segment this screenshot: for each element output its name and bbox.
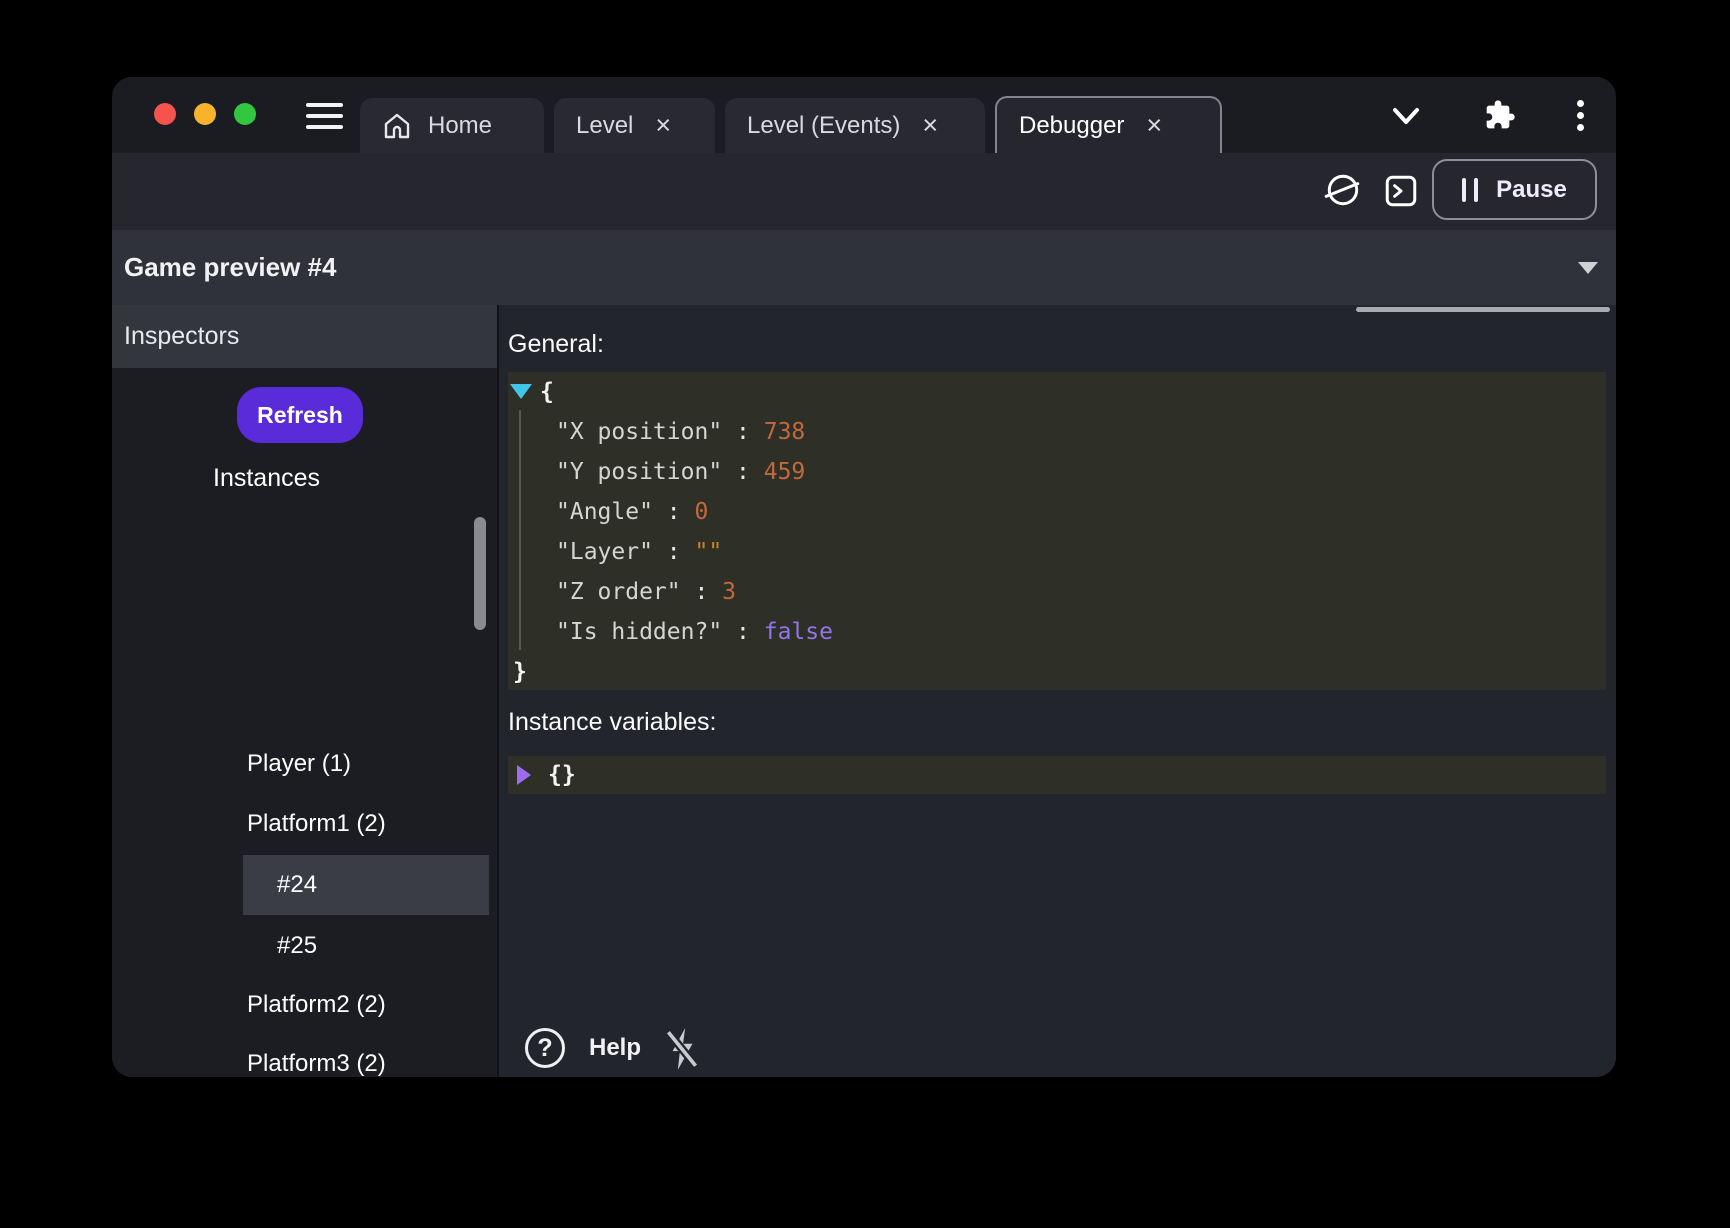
- close-tab-icon[interactable]: ×: [1146, 112, 1162, 139]
- instance-item[interactable]: Platform2 (2): [243, 975, 489, 1035]
- open-brace: {: [540, 379, 554, 405]
- auto-refresh-off-icon[interactable]: [662, 1026, 702, 1075]
- sidebar-scrollbar[interactable]: [474, 517, 486, 630]
- more-options-kebab-icon[interactable]: [1572, 99, 1588, 133]
- instances-group-label[interactable]: Instances: [213, 461, 320, 495]
- instance-variables-label: Instance variables:: [508, 705, 716, 739]
- json-key: "Angle": [556, 499, 653, 525]
- instance-item[interactable]: Platform1 (2): [243, 794, 489, 854]
- json-separator: :: [681, 579, 723, 605]
- json-value: false: [764, 619, 833, 645]
- json-value: "": [694, 539, 722, 565]
- json-separator: :: [722, 419, 764, 445]
- inspectors-sidebar: Inspectors Refresh Instances Player (1)P…: [112, 305, 497, 1077]
- collapse-triangle-icon[interactable]: [510, 384, 532, 399]
- general-json-tree: { "X position" : 738"Y position" : 459"A…: [508, 372, 1606, 690]
- zoom-window-button[interactable]: [234, 103, 256, 125]
- console-icon[interactable]: [1383, 173, 1419, 212]
- variables-value: {}: [548, 756, 576, 794]
- home-icon: [382, 111, 412, 141]
- question-mark-icon: ?: [525, 1028, 565, 1068]
- json-key: "Is hidden?": [556, 619, 722, 645]
- tab-home[interactable]: Home: [360, 98, 544, 153]
- json-key: "Z order": [556, 579, 681, 605]
- profiler-gauge-icon[interactable]: [1324, 171, 1362, 212]
- json-separator: :: [653, 499, 695, 525]
- minimize-window-button[interactable]: [194, 103, 216, 125]
- close-brace: }: [513, 659, 527, 685]
- inspector-detail-pane: General: { "X position" : 738"Y position…: [499, 305, 1616, 1077]
- pause-button[interactable]: Pause: [1432, 159, 1597, 220]
- instance-item[interactable]: Player (1): [243, 734, 489, 794]
- tab-label: Level: [576, 112, 633, 140]
- instance-item[interactable]: Platform3 (2): [243, 1034, 489, 1077]
- general-section-label: General:: [508, 327, 604, 361]
- json-root-line: {: [508, 372, 1606, 412]
- instance-item[interactable]: #25: [243, 916, 489, 976]
- json-value: 738: [764, 419, 806, 445]
- json-value: 0: [694, 499, 708, 525]
- tab-label: Debugger: [1019, 112, 1124, 140]
- debugger-toolbar: Pause: [112, 153, 1616, 230]
- indent-guide: [519, 410, 521, 650]
- extensions-puzzle-icon[interactable]: [1484, 99, 1516, 131]
- instance-variables-tree: {}: [508, 756, 1606, 794]
- instance-item[interactable]: #24: [243, 855, 489, 915]
- json-property-row[interactable]: "Y position" : 459: [508, 452, 1606, 492]
- main-menu-icon[interactable]: [306, 103, 343, 129]
- chevron-down-icon[interactable]: [1390, 105, 1422, 127]
- json-property-row[interactable]: "Angle" : 0: [508, 492, 1606, 532]
- tab-bar: Home Level × Level (Events) × Debugger ×: [112, 77, 1616, 153]
- help-label: Help: [589, 1034, 641, 1062]
- inspectors-title: Inspectors: [124, 305, 239, 368]
- json-key: "Layer": [556, 539, 653, 565]
- refresh-button[interactable]: Refresh: [237, 387, 363, 443]
- horizontal-scrollbar[interactable]: [1356, 307, 1610, 312]
- tab-level[interactable]: Level ×: [554, 98, 715, 153]
- help-button[interactable]: ? Help: [525, 1028, 641, 1068]
- json-property-row[interactable]: "Z order" : 3: [508, 572, 1606, 612]
- close-window-button[interactable]: [154, 103, 176, 125]
- debugger-content: Inspectors Refresh Instances Player (1)P…: [112, 305, 1616, 1077]
- json-rows: "X position" : 738"Y position" : 459"Ang…: [508, 412, 1606, 652]
- tab-label: Home: [428, 112, 492, 140]
- json-separator: :: [722, 459, 764, 485]
- game-preview-select[interactable]: Game preview #4: [112, 230, 1616, 305]
- expand-triangle-icon[interactable]: [517, 765, 531, 785]
- inspectors-header: Inspectors: [112, 305, 497, 368]
- tab-debugger[interactable]: Debugger ×: [995, 96, 1222, 153]
- close-tab-icon[interactable]: ×: [655, 112, 671, 139]
- tab-label: Level (Events): [747, 112, 900, 140]
- json-property-row[interactable]: "Layer" : "": [508, 532, 1606, 572]
- json-property-row[interactable]: "Is hidden?" : false: [508, 612, 1606, 652]
- app-window: Home Level × Level (Events) × Debugger ×: [112, 77, 1616, 1077]
- tab-level-events[interactable]: Level (Events) ×: [725, 98, 985, 153]
- json-separator: :: [722, 619, 764, 645]
- chevron-down-icon: [1578, 262, 1598, 274]
- json-close-line: }: [508, 652, 1606, 692]
- json-key: "X position": [556, 419, 722, 445]
- json-key: "Y position": [556, 459, 722, 485]
- pause-label: Pause: [1496, 176, 1567, 204]
- close-tab-icon[interactable]: ×: [922, 112, 938, 139]
- json-property-row[interactable]: "X position" : 738: [508, 412, 1606, 452]
- json-value: 459: [764, 459, 806, 485]
- pause-icon: [1462, 178, 1478, 202]
- json-value: 3: [722, 579, 736, 605]
- game-preview-label: Game preview #4: [124, 230, 336, 305]
- json-separator: :: [653, 539, 695, 565]
